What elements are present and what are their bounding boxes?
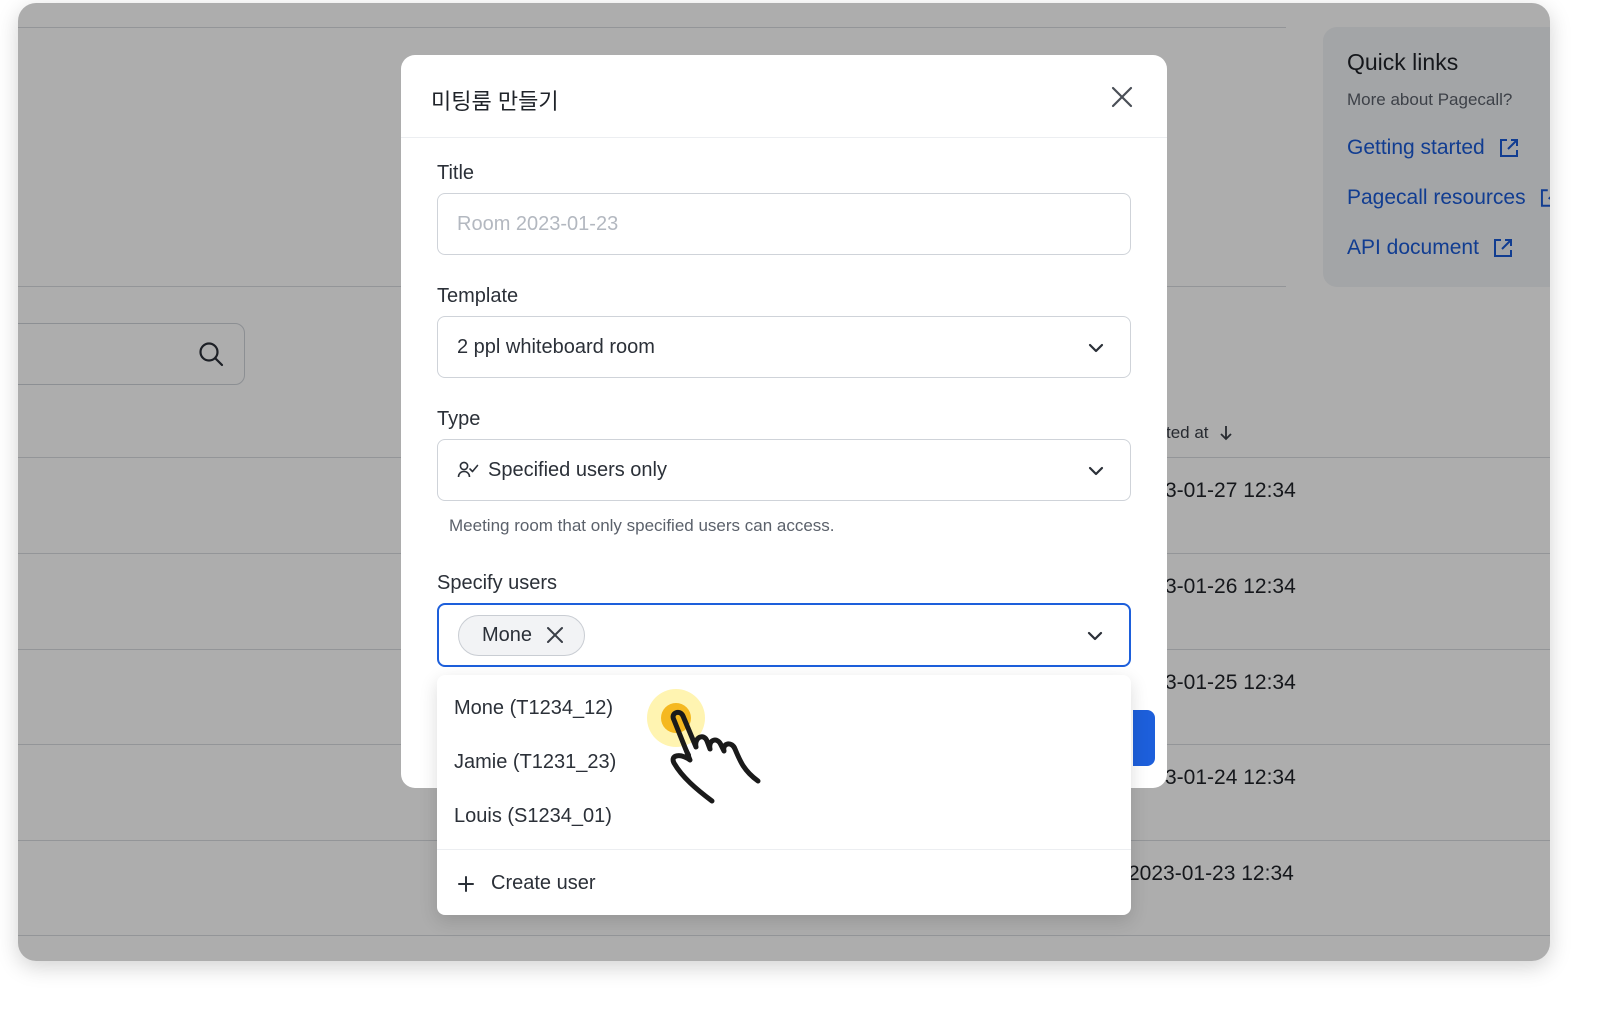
chip-label: Mone bbox=[482, 623, 533, 646]
title-input[interactable]: Room 2023-01-23 bbox=[437, 193, 1131, 255]
close-icon[interactable] bbox=[1111, 86, 1133, 108]
remove-chip-icon[interactable] bbox=[546, 626, 564, 644]
type-helper-text: Meeting room that only specified users c… bbox=[449, 516, 835, 535]
dropdown-option[interactable]: Jamie (T1231_23) bbox=[454, 751, 616, 774]
user-chip: Mone bbox=[458, 614, 586, 656]
title-placeholder: Room 2023-01-23 bbox=[457, 212, 619, 235]
template-value: 2 ppl whiteboard room bbox=[457, 335, 655, 358]
submit-button[interactable] bbox=[1133, 710, 1155, 766]
plus-icon bbox=[458, 875, 474, 892]
users-dropdown-menu: Mone (T1234_12) Jamie (T1231_23) Louis (… bbox=[437, 675, 1131, 915]
type-value: Specified users only bbox=[488, 458, 667, 481]
create-user-button[interactable]: Create user bbox=[457, 872, 596, 895]
users-label: Specify users bbox=[437, 572, 558, 594]
app-window: ted at 3-01-27 12:34 3-01-26 12:34 3-01-… bbox=[18, 3, 1550, 961]
type-select[interactable]: Specified users only bbox=[437, 439, 1131, 501]
template-label: Template bbox=[437, 285, 519, 307]
chevron-down-icon bbox=[1087, 631, 1103, 641]
dropdown-option[interactable]: Louis (S1234_01) bbox=[454, 805, 612, 828]
chevron-down-icon bbox=[1088, 343, 1104, 353]
modal-title: 미팅룸 만들기 bbox=[431, 89, 559, 114]
modal-header: 미팅룸 만들기 bbox=[401, 55, 1167, 138]
divider bbox=[437, 849, 1131, 850]
type-label: Type bbox=[437, 408, 481, 430]
title-label: Title bbox=[437, 162, 475, 184]
dropdown-option[interactable]: Mone (T1234_12) bbox=[454, 697, 613, 720]
user-check-icon bbox=[457, 461, 479, 478]
users-multiselect[interactable]: Mone bbox=[437, 603, 1131, 667]
template-select[interactable]: 2 ppl whiteboard room bbox=[437, 316, 1131, 378]
chevron-down-icon bbox=[1088, 466, 1104, 476]
create-user-label: Create user bbox=[491, 872, 596, 894]
